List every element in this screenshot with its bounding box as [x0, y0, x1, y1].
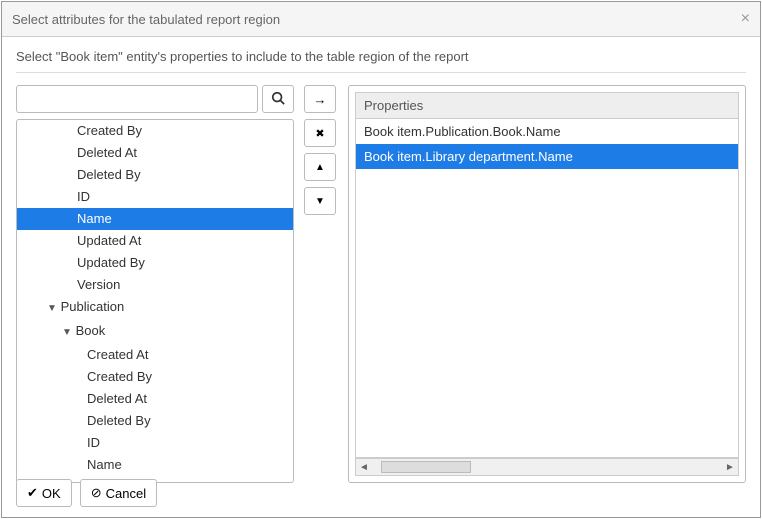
tree-item-label: Publication [61, 299, 125, 314]
tree-item-label: Deleted At [87, 391, 147, 406]
tree-item[interactable]: Deleted At [17, 388, 293, 410]
tree-item-label: Deleted At [77, 145, 137, 160]
tree-item-label: Updated By [77, 255, 145, 270]
properties-header: Properties [355, 92, 739, 119]
tree-item[interactable]: Name [17, 208, 293, 230]
horizontal-scrollbar[interactable]: ◄ ► [355, 458, 739, 476]
cancel-icon: ⊘ [91, 485, 102, 501]
left-panel: Created By Deleted At Deleted By ID Name Upda… [16, 85, 294, 483]
arrow-down-icon: ▼ [315, 196, 325, 207]
instruction-text: Select "Book item" entity's properties t… [16, 49, 746, 64]
add-button[interactable]: → [304, 85, 336, 113]
arrow-right-icon: → [314, 92, 327, 107]
tree-item-label: ID [87, 435, 100, 450]
tree-item[interactable]: Deleted At [17, 142, 293, 164]
chevron-down-icon[interactable]: ▼ [47, 300, 57, 318]
right-panel: Properties Book item.Publication.Book.Na… [348, 85, 746, 483]
remove-icon: ✖ [315, 127, 324, 140]
dialog-body: Select "Book item" entity's properties t… [2, 37, 760, 495]
chevron-down-icon[interactable]: ▼ [62, 324, 72, 342]
tree-item[interactable]: ▼ Publication [17, 296, 293, 320]
scroll-thumb[interactable] [381, 461, 471, 473]
tree-item-label: Book [76, 323, 106, 338]
tree-item-label: ID [77, 189, 90, 204]
dialog-header: Select attributes for the tabulated repo… [2, 2, 760, 37]
tree-item[interactable]: Updated At [17, 230, 293, 252]
tree-item-label: Created At [87, 347, 148, 362]
cancel-button[interactable]: ⊘ Cancel [80, 479, 157, 507]
search-input[interactable] [16, 85, 258, 113]
property-item[interactable]: Book item.Library department.Name [356, 144, 738, 169]
search-row [16, 85, 294, 113]
main-area: Created By Deleted At Deleted By ID Name Upda… [16, 85, 746, 483]
tree-item[interactable]: Version [17, 274, 293, 296]
tree-item-label: Updated At [77, 233, 141, 248]
check-icon: ✔ [27, 485, 38, 501]
tree-item[interactable]: Created At [17, 344, 293, 366]
dialog: Select attributes for the tabulated repo… [1, 1, 761, 518]
tree-item-label: Deleted By [77, 167, 141, 182]
transfer-buttons: → ✖ ▲ ▼ [304, 85, 338, 483]
tree-item-label: Name [77, 211, 112, 226]
tree-item[interactable]: Created By [17, 366, 293, 388]
tree-item[interactable]: Deleted By [17, 410, 293, 432]
tree-item[interactable]: ID [17, 186, 293, 208]
dialog-title: Select attributes for the tabulated repo… [12, 12, 280, 27]
tree-item[interactable]: ▼ Book [17, 320, 293, 344]
close-button[interactable]: × [741, 10, 750, 28]
dialog-footer: ✔ OK ⊘ Cancel [2, 469, 171, 517]
tree-item-label: Created By [87, 369, 152, 384]
move-up-button[interactable]: ▲ [304, 153, 336, 181]
ok-button[interactable]: ✔ OK [16, 479, 72, 507]
scroll-right-icon: ► [722, 462, 738, 473]
tree-item[interactable]: Created By [17, 120, 293, 142]
tree-item-label: Created By [77, 123, 142, 138]
cancel-label: Cancel [106, 486, 146, 501]
tree-item-label: Deleted By [87, 413, 151, 428]
ok-label: OK [42, 486, 61, 501]
tree-item[interactable]: Deleted By [17, 164, 293, 186]
scroll-left-icon: ◄ [356, 462, 372, 473]
search-icon [271, 91, 285, 108]
tree-item-label: Version [77, 277, 120, 292]
divider [16, 72, 746, 73]
remove-button[interactable]: ✖ [304, 119, 336, 147]
tree-item[interactable]: Updated By [17, 252, 293, 274]
search-button[interactable] [262, 85, 294, 113]
move-down-button[interactable]: ▼ [304, 187, 336, 215]
property-item[interactable]: Book item.Publication.Book.Name [356, 119, 738, 144]
attribute-tree[interactable]: Created By Deleted At Deleted By ID Name Upda… [16, 119, 294, 483]
tree-item[interactable]: ID [17, 432, 293, 454]
arrow-up-icon: ▲ [315, 162, 325, 173]
properties-list[interactable]: Book item.Publication.Book.NameBook item… [355, 119, 739, 458]
